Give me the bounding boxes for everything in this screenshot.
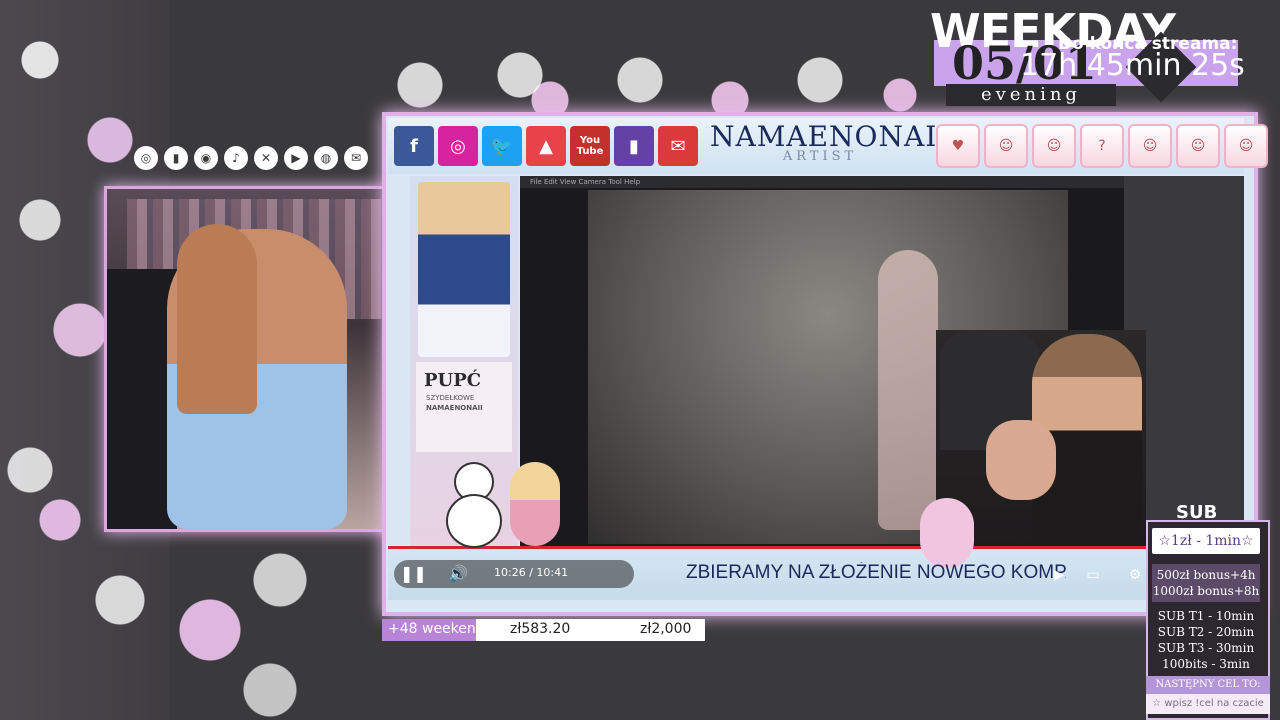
instagram-icon[interactable]: ◉ [194,146,218,170]
ticker-text: ZBIERAMY NA ZŁOŻENIE NOWEGO KOMPA [686,562,1066,583]
captions-icon[interactable]: ▭ [1084,566,1102,584]
ornament-cluster-decoration [150,520,330,720]
chibi-sticker [510,462,560,546]
sub-t3: SUB T3 - 30min [1157,641,1255,655]
chat-hint: ☆ wpisz !cel na czacie [1146,694,1270,714]
avatar: ? [1080,124,1124,168]
instagram-icon[interactable]: ◎ [438,126,478,166]
countdown-timer: 17h 45min 25s [1020,48,1245,83]
bonus-box: 500zł bonus+4h 1000zł bonus+8h [1152,564,1260,602]
garland-decoration [380,45,940,120]
play-circle-icon[interactable]: ▶ [1050,566,1068,584]
character-artwork [418,182,510,357]
mail-icon[interactable]: ✉ [344,146,368,170]
tiktok-icon[interactable]: ♪ [224,146,248,170]
avatar: ☺ [1224,124,1268,168]
artstation-icon[interactable]: ▲ [526,126,566,166]
snowman-body [446,494,502,548]
bits-rate: 100bits - 3min [1162,657,1250,671]
video-time: 10:26 / 10:41 [494,566,569,579]
twitch-icon[interactable]: ▮ [164,146,188,170]
snowman-sticker [440,456,510,548]
webcam-left [104,186,416,532]
kick-icon[interactable]: ◎ [134,146,158,170]
avatar: ☺ [984,124,1028,168]
bonus-1000: 1000zł bonus+8h [1152,584,1260,598]
pupc-title: PUPĆ [424,370,482,391]
discord-icon[interactable]: ◍ [314,146,338,170]
plushie-artwork: PUPĆ SZYDEŁKOWE NAMAENONAII [416,362,512,452]
video-progress-line [388,546,1148,549]
time-of-day-label: evening [946,84,1116,106]
social-icons-strip: ◎ ▮ ◉ ♪ ✕ ▶ ◍ ✉ [134,146,368,170]
next-goal-label: NASTĘPNY CEL TO: [1146,676,1270,694]
goal-target: zł2,000 [640,621,692,637]
goal-current: zł583.20 [510,621,571,637]
youtube-icon[interactable]: ▶ [284,146,308,170]
sub-rates: SUB T1 - 10min SUB T2 - 20min SUB T3 - 3… [1152,608,1260,672]
avatar: ☺ [1176,124,1220,168]
mail-icon[interactable]: ✉ [658,126,698,166]
volume-button[interactable]: 🔊 [448,564,468,584]
avatar-row: ♥ ☺ ☺ ? ☺ ☺ ☺ [936,124,1268,168]
twitter-icon[interactable]: 🐦 [482,126,522,166]
avatar: ♥ [936,124,980,168]
rate-label: ☆1zł - 1min☆ [1152,528,1260,554]
settings-icon[interactable]: ⚙ [1126,566,1144,584]
pink-creature-sticker [920,498,974,568]
pause-button[interactable]: ❚❚ [400,564,427,584]
app-menu-bar: File Edit View Camera Tool Help [520,176,1134,188]
pupc-subtitle: SZYDEŁKOWE [426,394,475,402]
facebook-icon[interactable]: f [394,126,434,166]
avatar: ☺ [1032,124,1076,168]
goal-label: +48 weekend [388,621,485,637]
pupc-brand: NAMAENONAII [426,404,483,412]
bonus-500: 500zł bonus+4h [1156,568,1256,582]
3d-figure [878,250,938,530]
avatar: ☺ [1128,124,1172,168]
brand-logo: NAMAENONAII ARTIST [710,120,948,170]
waving-hand [986,420,1056,500]
sub-t2: SUB T2 - 20min [1157,625,1255,639]
x-icon[interactable]: ✕ [254,146,278,170]
sub-t1: SUB T1 - 10min [1157,609,1255,623]
twitch-icon[interactable]: ▮ [614,126,654,166]
youtube-icon[interactable]: You Tube [570,126,610,166]
streamer-hair [177,224,257,414]
